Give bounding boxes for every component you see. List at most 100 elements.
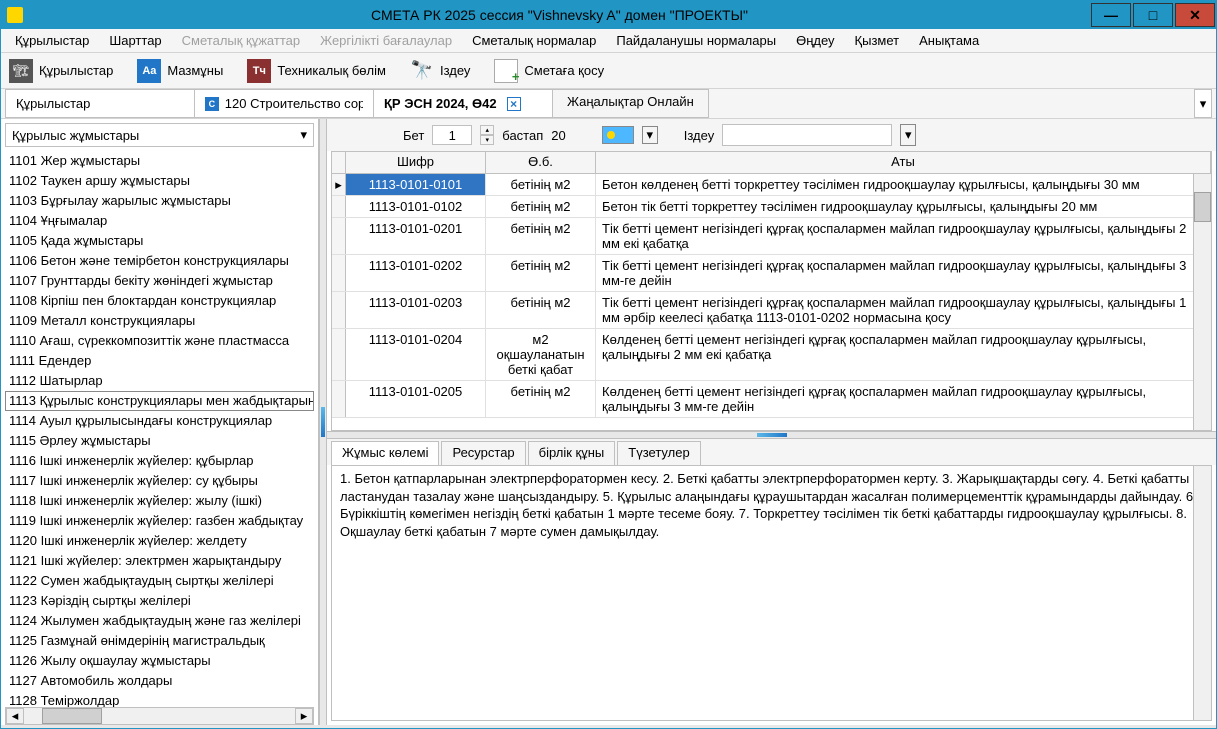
tab-doc-120[interactable]: C 120 Строительство сор [194, 89, 374, 118]
scroll-right-icon[interactable]: ▸ [295, 708, 313, 724]
tree-item[interactable]: 1109 Металл конструкциялары [5, 311, 314, 331]
tree-item[interactable]: 1128 Теміржолдар [5, 691, 314, 707]
menu-7[interactable]: Қызмет [845, 31, 910, 50]
tree-item[interactable]: 1125 Газмұнай өнімдерінің магистральдық [5, 631, 314, 651]
tree-item[interactable]: 1110 Ағаш, сүреккомпозиттік және пластма… [5, 331, 314, 351]
page-search-label: Іздеу [684, 128, 714, 143]
window-title: СМЕТА РК 2025 сессия "Vishnevsky A" доме… [29, 7, 1090, 23]
table-vscroll[interactable] [1193, 174, 1211, 430]
tree-item[interactable]: 1103 Бұрғылау жарылыс жұмыстары [5, 191, 314, 211]
menu-8[interactable]: Анықтама [909, 31, 989, 50]
search-dropdown[interactable]: ▾ [900, 124, 916, 146]
col-code[interactable]: Шифр [346, 152, 486, 173]
table-row[interactable]: 1113-0101-0205бетінің м2Көлденең бетті ц… [332, 381, 1211, 418]
tree-item[interactable]: 1104 Ұңғымалар [5, 211, 314, 231]
minimize-button[interactable]: — [1091, 3, 1131, 27]
tool-buildings-label: Құрылыстар [39, 63, 113, 78]
norms-table: Шифр Ө.б. Аты ▸1113-0101-0101бетінің м2Б… [331, 151, 1212, 431]
detail-text: 1. Бетон қатпарларынан электрперфораторм… [340, 471, 1197, 539]
category-combo[interactable]: Құрылыс жұмыстары ▾ [5, 123, 314, 147]
flag-dropdown[interactable]: ▾ [642, 126, 658, 144]
detail-tab-1[interactable]: Ресурстар [441, 441, 525, 465]
table-body[interactable]: ▸1113-0101-0101бетінің м2Бетон көлденең … [332, 174, 1211, 430]
table-row[interactable]: 1113-0101-0204м2 оқшауланатын беткі қаба… [332, 329, 1211, 381]
vertical-splitter[interactable] [319, 119, 327, 725]
tree-item[interactable]: 1112 Шатырлар [5, 371, 314, 391]
table-row[interactable]: 1113-0101-0201бетінің м2Тік бетті цемент… [332, 218, 1211, 255]
menu-1[interactable]: Шарттар [99, 31, 171, 50]
doc-icon: C [205, 97, 219, 111]
h-scrollbar[interactable]: ◂ ▸ [5, 707, 314, 725]
tool-content[interactable]: AaМазмұны [137, 59, 223, 83]
scroll-left-icon[interactable]: ◂ [6, 708, 24, 724]
detail-tab-0[interactable]: Жұмыс көлемі [331, 441, 439, 465]
tree-item[interactable]: 1101 Жер жұмыстары [5, 151, 314, 171]
tree-item[interactable]: 1106 Бетон және темірбетон конструкцияла… [5, 251, 314, 271]
detail-panel: 1. Бетон қатпарларынан электрперфораторм… [331, 465, 1212, 721]
maximize-button[interactable]: □ [1133, 3, 1173, 27]
menu-4[interactable]: Сметалық нормалар [462, 31, 606, 50]
horizontal-splitter[interactable] [327, 431, 1216, 439]
close-button[interactable]: ✕ [1175, 3, 1215, 27]
tree-item[interactable]: 1113 Құрылыс конструкциялары мен жабдықт… [5, 391, 314, 411]
tree-item[interactable]: 1121 Ішкі жүйелер: электрмен жарықтандыр… [5, 551, 314, 571]
tree-item[interactable]: 1114 Ауыл құрылысындағы конструкциялар [5, 411, 314, 431]
tree-item[interactable]: 1107 Грунттарды бекіту жөніндегі жұмыста… [5, 271, 314, 291]
table-header: Шифр Ө.б. Аты [332, 152, 1211, 174]
tab-esn[interactable]: ҚР ЭСН 2024, Ө42× [373, 89, 553, 118]
tree-item[interactable]: 1102 Таукен аршу жұмыстары [5, 171, 314, 191]
tab-close-icon[interactable]: × [507, 97, 521, 111]
tree-item[interactable]: 1126 Жылу оқшаулау жұмыстары [5, 651, 314, 671]
add-doc-icon [494, 59, 518, 83]
tool-search-label: Іздеу [440, 63, 470, 78]
binoculars-icon: 🔭 [410, 59, 434, 83]
tool-add[interactable]: Сметаға қосу [494, 59, 604, 83]
tree-item[interactable]: 1122 Сумен жабдықтаудың сыртқы желілері [5, 571, 314, 591]
menu-2: Сметалық құжаттар [172, 31, 310, 50]
spin-down-icon[interactable]: ▾ [480, 135, 494, 145]
toolbar: 🏗Құрылыстар AaМазмұны ТчТехникалық бөлім… [1, 53, 1216, 89]
table-row[interactable]: ▸1113-0101-0101бетінің м2Бетон көлденең … [332, 174, 1211, 196]
tree-item[interactable]: 1117 Ішкі инженерлік жүйелер: су құбыры [5, 471, 314, 491]
tree-item[interactable]: 1123 Кәріздің сыртқы желілері [5, 591, 314, 611]
tabs-dropdown[interactable]: ▾ [1194, 89, 1212, 118]
page-label: Бет [403, 128, 424, 143]
tree-item[interactable]: 1108 Кірпіш пен блоктардан конструкцияла… [5, 291, 314, 311]
tree-item[interactable]: 1118 Ішкі инженерлік жүйелер: жылу (ішкі… [5, 491, 314, 511]
tree-item[interactable]: 1127 Автомобиль жолдары [5, 671, 314, 691]
content-icon: Aa [137, 59, 161, 83]
scroll-thumb[interactable] [42, 708, 102, 724]
flag-icon[interactable] [602, 126, 634, 144]
tree-item[interactable]: 1105 Қада жұмыстары [5, 231, 314, 251]
tool-search[interactable]: 🔭 Іздеу [410, 59, 470, 83]
menu-6[interactable]: Өңдеу [786, 31, 844, 50]
tree-item[interactable]: 1124 Жылумен жабдықтаудың және газ желіл… [5, 611, 314, 631]
tab-doc-120-label: 120 Строительство сор [225, 96, 363, 111]
detail-tab-2[interactable]: бірлік құны [528, 441, 616, 465]
tab-buildings[interactable]: Құрылыстар [5, 89, 195, 118]
table-row[interactable]: 1113-0101-0203бетінің м2Тік бетті цемент… [332, 292, 1211, 329]
menu-5[interactable]: Пайдаланушы нормалары [606, 31, 786, 50]
tab-news[interactable]: Жаңалықтар Онлайн [552, 89, 709, 118]
right-panel: Бет ▴▾ бастап 20 ▾ Іздеу ▾ Шифр Ө.б. Аты… [327, 119, 1216, 725]
app-icon [7, 7, 23, 23]
category-tree[interactable]: 1101 Жер жұмыстары1102 Таукен аршу жұмыс… [5, 151, 314, 707]
page-spinner[interactable]: ▴▾ [480, 125, 494, 145]
table-row[interactable]: 1113-0101-0202бетінің м2Тік бетті цемент… [332, 255, 1211, 292]
page-input[interactable] [432, 125, 472, 145]
spin-up-icon[interactable]: ▴ [480, 125, 494, 135]
detail-vscroll[interactable] [1193, 466, 1211, 720]
tree-item[interactable]: 1120 Ішкі инженерлік жүйелер: желдету [5, 531, 314, 551]
detail-tab-3[interactable]: Түзетулер [617, 441, 700, 465]
tree-item[interactable]: 1119 Ішкі инженерлік жүйелер: газбен жаб… [5, 511, 314, 531]
page-search-input[interactable] [722, 124, 892, 146]
tool-tech[interactable]: ТчТехникалық бөлім [247, 59, 386, 83]
menu-0[interactable]: Құрылыстар [5, 31, 99, 50]
tree-item[interactable]: 1115 Әрлеу жұмыстары [5, 431, 314, 451]
tree-item[interactable]: 1116 Ішкі инженерлік жүйелер: құбырлар [5, 451, 314, 471]
tool-buildings[interactable]: 🏗Құрылыстар [9, 59, 113, 83]
table-row[interactable]: 1113-0101-0102бетінің м2Бетон тік бетті … [332, 196, 1211, 218]
tree-item[interactable]: 1111 Едендер [5, 351, 314, 371]
col-unit[interactable]: Ө.б. [486, 152, 596, 173]
col-name[interactable]: Аты [596, 152, 1211, 173]
